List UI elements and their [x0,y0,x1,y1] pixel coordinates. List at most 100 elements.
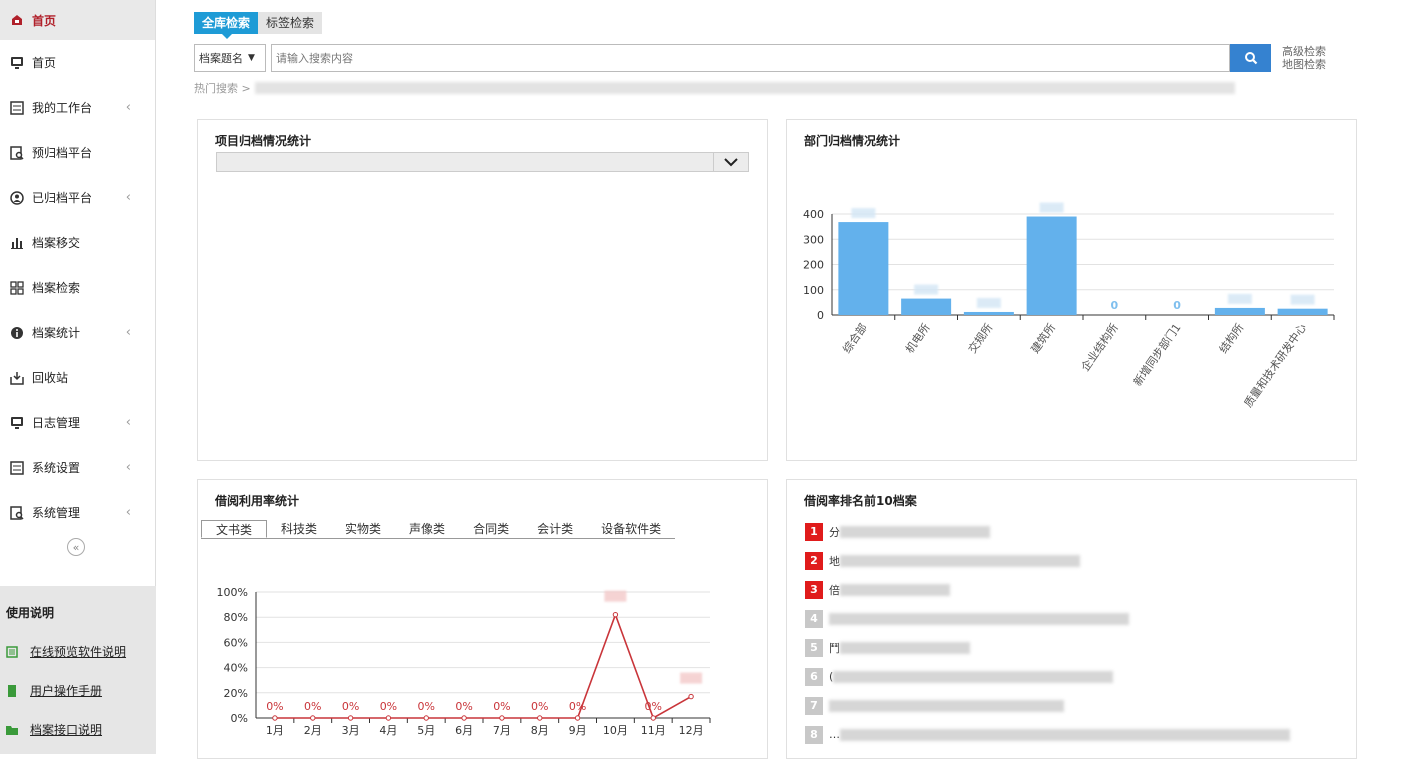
project-stats-panel: 项目归档情况统计 [197,119,768,461]
x-tick-label: 结构所 [1216,321,1246,356]
data-label: 0% [380,700,397,713]
search-icon [1244,52,1257,65]
doc-search-icon [10,145,24,160]
ranking-item[interactable]: 7 [805,691,1290,720]
caret-down-icon: ▼ [248,53,255,63]
search-field-value: 档案题名 [199,52,243,65]
sidebar-item-7[interactable]: 回收站 [0,355,155,400]
sidebar-item-label: 档案统计 [32,326,81,340]
help-link-preview[interactable]: 在线预览软件说明 [6,643,156,660]
x-tick-label: 8月 [531,724,549,737]
help-link-api[interactable]: 档案接口说明 [6,721,156,738]
rank-title: … [829,728,840,741]
sidebar-item-label: 档案检索 [32,281,81,295]
bar [901,298,952,315]
rank-number: 1 [805,522,823,541]
rank-number: 8 [805,725,823,744]
sidebar-item-0[interactable]: 首页 [0,40,155,85]
sidebar-item-2[interactable]: 预归档平台 [0,130,155,175]
sidebar-item-label: 档案移交 [32,236,81,250]
ranking-item[interactable]: 6( [805,662,1290,691]
ranking-item[interactable]: 2地 [805,546,1290,575]
project-select[interactable] [216,152,749,172]
sidebar-item-8[interactable]: 日志管理 ‹ [0,400,155,445]
sidebar-item-label: 日志管理 [32,416,81,430]
data-label: 0% [266,700,283,713]
rank-title-blurred [840,583,950,596]
chevron-left-icon: ‹ [125,190,131,205]
chevron-left-icon: ‹ [125,460,131,475]
data-label-blurred [680,672,703,684]
map-search-link[interactable]: 地图检索 [1282,58,1326,71]
y-tick-label: 0 [817,309,824,322]
x-tick-label: 9月 [569,724,587,737]
hot-search-terms-blurred [254,82,1235,94]
dropdown-button[interactable] [713,153,748,171]
y-tick-label: 100 [803,284,824,297]
sidebar-item-1[interactable]: 我的工作台 ‹ [0,85,155,130]
sidebar-item-6[interactable]: 档案统计 ‹ [0,310,155,355]
advanced-search-link[interactable]: 高级检索 [1282,45,1326,58]
folder-green-icon [6,725,18,735]
series-line [274,612,692,720]
rank-title-blurred [829,612,1129,625]
sidebar-item-3[interactable]: 已归档平台 ‹ [0,175,155,220]
search-input[interactable] [271,44,1230,72]
sidebar-top-label: 首页 [32,13,57,28]
help-title: 使用说明 [6,606,55,620]
sidebar-home-active[interactable]: 首页 [0,0,155,40]
x-tick-label: 11月 [641,724,666,737]
sidebar-item-10[interactable]: 系统管理 ‹ [0,490,155,535]
chevron-left-icon: ‹ [125,415,131,430]
ranking-item[interactable]: 1分 [805,517,1290,546]
y-tick-label: 300 [803,233,824,246]
rank-title-blurred [840,525,990,538]
monitor-icon [11,56,23,69]
data-label: 0% [645,700,662,713]
search-button[interactable] [1230,44,1271,72]
tab-full-search[interactable]: 全库检索 [194,12,259,39]
sidebar-item-label: 系统设置 [32,461,81,475]
doc-green-icon [6,645,18,658]
ranking-item[interactable]: 8… [805,720,1290,749]
ranking-item[interactable]: 5鬥 [805,633,1290,662]
bar [1026,216,1077,315]
search-field-select[interactable]: 档案题名 ▼ [194,44,266,72]
bar-value-blurred [1227,293,1252,304]
rank-title-blurred [840,728,1290,741]
collapse-sidebar-button[interactable]: « [67,538,85,556]
data-label: 0% [569,700,586,713]
tab-tag-search[interactable]: 标签检索 [258,12,323,34]
bar [963,311,1014,315]
data-point [537,715,543,721]
data-point [612,611,619,618]
ranking-item[interactable]: 4 [805,604,1290,633]
sidebar-item-label: 已归档平台 [32,191,93,205]
x-tick-label: 建筑所 [1028,321,1058,356]
advanced-links: 高级检索 地图检索 [1282,45,1326,71]
bar-value-blurred [851,208,876,219]
x-tick-label: 5月 [417,724,435,737]
sidebar-item-9[interactable]: 系统设置 ‹ [0,445,155,490]
rank-title: 分 [829,525,840,539]
rank-title-blurred [840,554,1080,567]
bar [1277,308,1328,315]
rank-title: 倍 [829,583,840,597]
bar-value-blurred [976,297,1001,308]
book-green-icon [8,684,16,697]
help-link-label: 用户操作手册 [30,684,103,698]
sidebar-item-5[interactable]: 档案检索 [0,265,155,310]
data-label-blurred [604,590,627,602]
home-inbox-icon [12,15,22,25]
rank-number: 3 [805,580,823,599]
data-point [688,693,694,700]
x-tick-label: 10月 [603,724,628,737]
sidebar-item-4[interactable]: 档案移交 [0,220,155,265]
rank-number: 5 [805,638,823,657]
y-tick-label: 200 [803,259,824,272]
help-link-manual[interactable]: 用户操作手册 [6,682,156,699]
sidebar-item-label: 系统管理 [32,506,81,520]
doc-search-icon [10,505,24,520]
data-label: 0% [418,700,435,713]
ranking-item[interactable]: 3倍 [805,575,1290,604]
